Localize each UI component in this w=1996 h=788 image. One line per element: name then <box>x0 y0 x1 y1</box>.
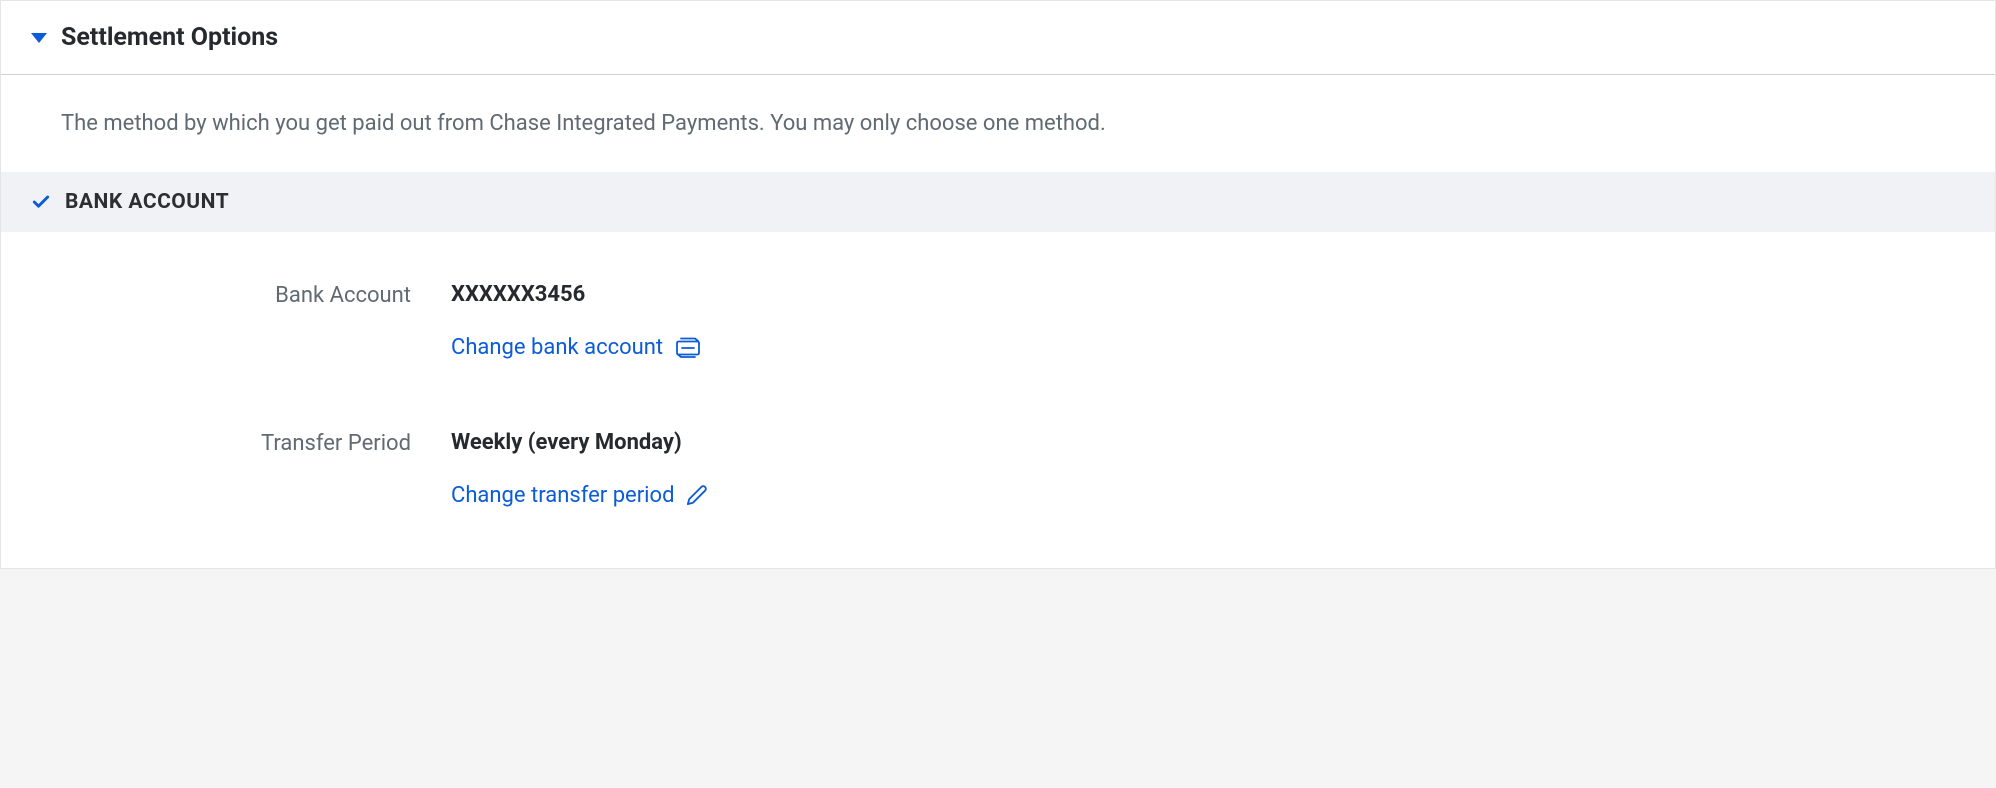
change-bank-account-link-label: Change bank account <box>451 335 663 360</box>
panel-description: The method by which you get paid out fro… <box>1 75 1995 172</box>
details-area: Bank Account XXXXXX3456 Change bank acco… <box>1 232 1995 568</box>
change-transfer-period-link[interactable]: Change transfer period <box>451 483 708 508</box>
transfer-period-value: Weekly (every Monday) <box>451 430 1965 455</box>
transfer-period-value-block: Weekly (every Monday) Change transfer pe… <box>451 430 1965 508</box>
pencil-icon <box>686 484 708 506</box>
bank-account-section-header: BANK ACCOUNT <box>1 172 1995 232</box>
bank-account-label: Bank Account <box>31 282 411 360</box>
panel-title: Settlement Options <box>61 23 278 52</box>
change-bank-account-link[interactable]: Change bank account <box>451 335 701 360</box>
checkmark-icon <box>31 192 51 212</box>
caret-down-icon <box>31 33 47 43</box>
bank-account-value: XXXXXX3456 <box>451 282 1965 307</box>
change-transfer-period-link-label: Change transfer period <box>451 483 674 508</box>
transfer-period-row: Transfer Period Weekly (every Monday) Ch… <box>31 430 1965 508</box>
section-title: BANK ACCOUNT <box>65 190 229 214</box>
bank-account-value-block: XXXXXX3456 Change bank account <box>451 282 1965 360</box>
transfer-period-label: Transfer Period <box>31 430 411 508</box>
settlement-options-panel: Settlement Options The method by which y… <box>0 0 1996 569</box>
bank-transfer-icon <box>675 336 701 358</box>
panel-header[interactable]: Settlement Options <box>1 1 1995 75</box>
bank-account-row: Bank Account XXXXXX3456 Change bank acco… <box>31 282 1965 360</box>
